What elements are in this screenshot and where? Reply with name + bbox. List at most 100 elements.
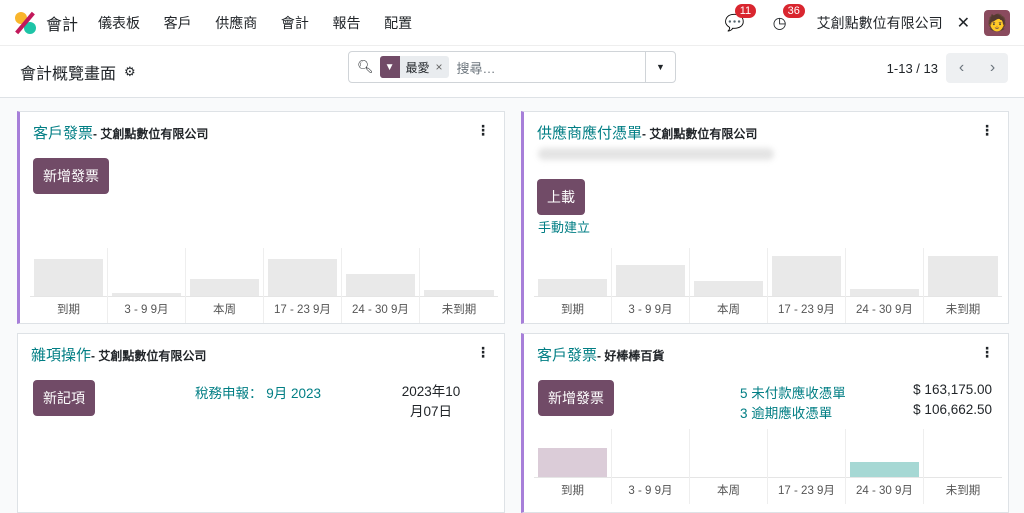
user-avatar[interactable]: 🧑 (984, 9, 1010, 36)
journal-name[interactable]: 客戶發票 (537, 347, 597, 364)
chart-bar[interactable] (538, 279, 607, 296)
chart-x-label: 到期 (560, 304, 584, 316)
chart-column[interactable]: 未到期 (420, 248, 498, 323)
chart-bar[interactable] (772, 255, 841, 296)
journal-card-customer-invoices-2: 客戶發票- 好棒棒百貨 ⋮ 新增發票 5 未付款應收憑單 $ 163,175.0… (521, 333, 1009, 513)
messages-icon[interactable]: 💬 11 (725, 3, 757, 33)
pager-value[interactable]: 1-13 / 13 (887, 61, 938, 76)
create-manually-link[interactable]: 手動建立 (538, 217, 590, 236)
journal-name[interactable]: 供應商應付憑單 (537, 125, 642, 142)
chart-x-label: 本周 (716, 304, 740, 316)
journal-chart[interactable]: 到期 3 - 9 9月 本周 17 - 23 9月 24 - 30 9月 未到期 (30, 248, 498, 323)
chart-column[interactable]: 本周 (186, 248, 264, 323)
gear-icon[interactable]: ⚙ (124, 64, 136, 80)
chart-column[interactable]: 17 - 23 9月 (768, 248, 846, 323)
menu-configuration[interactable]: 配置 (384, 15, 412, 31)
chart-column[interactable]: 到期 (534, 248, 612, 323)
chart-x-label: 3 - 9 9月 (628, 485, 673, 497)
unpaid-amount: $ 163,175.00 (913, 382, 992, 397)
control-panel: 會計概覽畫面 ⚙ 🔍︎ ▼ 最愛 × 搜尋… ▼ 1-13 / 13 ‹ › (0, 46, 1024, 98)
menu-vendors[interactable]: 供應商 (215, 15, 257, 31)
app-logo-icon[interactable] (14, 11, 36, 34)
app-name[interactable]: 會計 (46, 11, 78, 35)
activities-badge: 36 (782, 3, 805, 18)
chart-column[interactable]: 未到期 (924, 248, 1002, 323)
journal-chart[interactable]: 到期 3 - 9 9月 本周 17 - 23 9月 24 - 30 9月 未到期 (534, 429, 1002, 504)
chart-bar[interactable] (538, 448, 607, 477)
chart-bar[interactable] (424, 290, 494, 296)
search-bar[interactable]: 🔍︎ ▼ 最愛 × 搜尋… ▼ (348, 51, 676, 83)
tax-return-link[interactable]: 稅務申報： 9月 2023 (195, 382, 321, 402)
journal-company: - 艾創點數位有限公司 (91, 349, 207, 363)
pager-previous-icon[interactable]: ‹ (946, 53, 977, 83)
chart-column[interactable]: 到期 (534, 429, 612, 504)
menu-customers[interactable]: 客戶 (164, 15, 192, 31)
main-menu: 儀表板 客戶 供應商 會計 報告 配置 (98, 13, 432, 33)
chart-bar[interactable] (268, 259, 337, 296)
chart-bar[interactable] (849, 288, 919, 296)
new-invoice-button[interactable]: 新增發票 (538, 380, 614, 416)
chart-column[interactable]: 24 - 30 9月 (342, 248, 420, 323)
journal-company: - 好棒棒百貨 (597, 349, 665, 363)
journal-chart[interactable]: 到期 3 - 9 9月 本周 17 - 23 9月 24 - 30 9月 未到期 (534, 248, 1002, 323)
search-input[interactable]: 搜尋… (457, 58, 496, 77)
chart-column[interactable]: 本周 (690, 248, 768, 323)
facet-remove-icon[interactable]: × (436, 60, 449, 74)
filter-icon: ▼ (379, 56, 400, 78)
chart-bar[interactable] (345, 273, 415, 296)
search-options-toggle-icon[interactable]: ▼ (645, 52, 675, 82)
menu-dashboard[interactable]: 儀表板 (98, 15, 140, 31)
chart-column[interactable]: 17 - 23 9月 (264, 248, 342, 323)
chart-column[interactable]: 24 - 30 9月 (846, 429, 924, 504)
overdue-invoices-link[interactable]: 3 逾期應收憑單 (740, 402, 832, 422)
debug-tools-icon[interactable]: ✕ (957, 13, 970, 33)
journal-name[interactable]: 雜項操作 (31, 347, 91, 364)
journal-card-customer-invoices: 客戶發票- 艾創點數位有限公司 ⋮ 新增發票 到期 3 - 9 9月 本周 17 - … (17, 111, 505, 324)
upload-button[interactable]: 上載 (537, 179, 585, 215)
messages-badge: 11 (734, 3, 757, 18)
blurred-email (538, 148, 774, 160)
chart-x-label: 3 - 9 9月 (124, 304, 169, 316)
journal-card-misc-operations: 雜項操作- 艾創點數位有限公司 ⋮ 新記項 稅務申報： 9月 2023 2023… (17, 333, 505, 513)
unpaid-invoices-link[interactable]: 5 未付款應收憑單 (740, 382, 846, 402)
activities-clock-icon[interactable]: ◷ 36 (773, 3, 805, 33)
chart-column[interactable]: 24 - 30 9月 (846, 248, 924, 323)
chart-bar[interactable] (111, 293, 181, 296)
chart-column[interactable]: 未到期 (924, 429, 1002, 504)
chart-x-label: 17 - 23 9月 (778, 304, 835, 316)
chart-x-label: 到期 (56, 304, 80, 316)
chart-x-label: 17 - 23 9月 (274, 304, 331, 316)
chart-column[interactable]: 3 - 9 9月 (108, 248, 186, 323)
kebab-menu-icon[interactable]: ⋮ (980, 122, 994, 139)
chart-bar[interactable] (189, 279, 259, 296)
chart-column[interactable]: 3 - 9 9月 (612, 248, 690, 323)
search-icon: 🔍︎ (357, 59, 374, 74)
filter-facet: ▼ 最愛 × (379, 56, 449, 78)
chart-x-label: 未到期 (945, 485, 981, 497)
chart-column[interactable]: 17 - 23 9月 (768, 429, 846, 504)
new-entry-button[interactable]: 新記項 (33, 380, 95, 416)
new-invoice-button[interactable]: 新增發票 (33, 158, 109, 194)
chart-bar[interactable] (615, 264, 685, 296)
chart-x-label: 17 - 23 9月 (778, 485, 835, 497)
chart-column[interactable]: 本周 (690, 429, 768, 504)
kebab-menu-icon[interactable]: ⋮ (980, 344, 994, 361)
journal-name[interactable]: 客戶發票 (33, 125, 93, 142)
menu-accounting[interactable]: 會計 (281, 15, 309, 31)
chart-column[interactable]: 到期 (30, 248, 108, 323)
chart-x-label: 未到期 (945, 304, 981, 316)
kebab-menu-icon[interactable]: ⋮ (476, 344, 490, 361)
chart-bar[interactable] (928, 255, 998, 296)
chart-column[interactable]: 3 - 9 9月 (612, 429, 690, 504)
menu-reports[interactable]: 報告 (333, 15, 361, 31)
chart-x-label: 24 - 30 9月 (352, 304, 409, 316)
company-switcher[interactable]: 艾創點數位有限公司 (817, 13, 943, 33)
journal-card-vendor-bills: 供應商應付憑單- 艾創點數位有限公司 ⋮ 上載 手動建立 到期 3 - 9 9月 本… (521, 111, 1009, 324)
overdue-amount: $ 106,662.50 (913, 402, 992, 417)
chart-bar[interactable] (693, 281, 763, 296)
chart-bar[interactable] (849, 462, 919, 477)
pager-next-icon[interactable]: › (977, 53, 1008, 83)
chart-bar[interactable] (34, 259, 103, 296)
chart-x-label: 24 - 30 9月 (856, 485, 913, 497)
kebab-menu-icon[interactable]: ⋮ (476, 122, 490, 139)
